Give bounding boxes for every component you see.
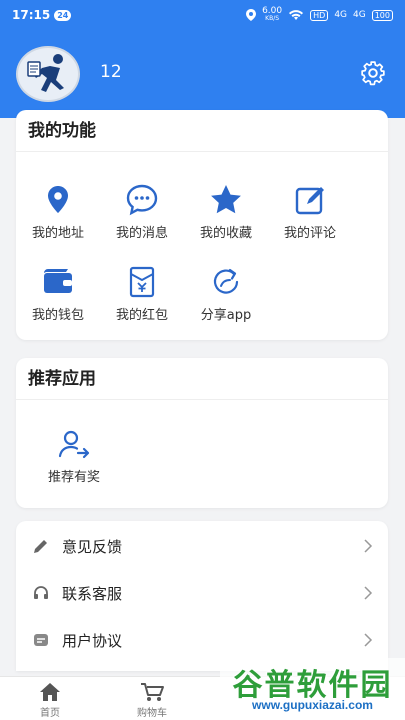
wifi-icon	[289, 10, 304, 20]
chevron-right-icon	[364, 539, 373, 553]
location-status-icon	[246, 9, 257, 21]
wallet-icon	[44, 269, 72, 293]
pencil-icon	[34, 540, 47, 553]
red-envelope-icon	[129, 266, 155, 298]
my-comments-label: 我的评论	[283, 226, 336, 241]
user-agreement-row[interactable]: 用户协议	[16, 617, 388, 663]
tab-cart[interactable]: 购物车	[122, 681, 182, 719]
my-address-label: 我的地址	[31, 226, 84, 241]
watermark: 谷普软件园 www.gupuxiazai.com	[220, 658, 405, 720]
add-user-icon	[58, 430, 90, 459]
refer-reward-button[interactable]: 推荐有奖	[34, 424, 114, 485]
feedback-row[interactable]: 意见反馈	[16, 523, 388, 569]
signal-4g-2: 4G	[353, 10, 366, 20]
home-icon	[40, 683, 60, 701]
my-favorites-label: 我的收藏	[199, 226, 252, 241]
headset-icon	[34, 586, 48, 599]
my-red-envelope-button[interactable]: 我的红包	[102, 262, 182, 323]
username: 12	[100, 62, 122, 82]
location-pin-icon	[48, 186, 68, 213]
watermark-url: www.gupuxiazai.com	[252, 698, 373, 712]
recommend-title: 推荐应用	[16, 358, 388, 400]
status-indicators: 6.00 KB/S HD 4G 4G 100	[246, 7, 393, 23]
hd-indicator: HD	[310, 9, 329, 21]
chat-bubble-icon	[126, 184, 158, 216]
cart-icon	[141, 683, 164, 701]
my-comments-button[interactable]: 我的评论	[270, 180, 350, 241]
chevron-right-icon	[364, 586, 373, 600]
my-favorites-button[interactable]: 我的收藏	[186, 180, 266, 241]
tab-home[interactable]: 首页	[20, 681, 80, 719]
notification-badge: 24	[54, 9, 72, 21]
document-icon	[34, 634, 48, 646]
share-app-label: 分享app	[200, 308, 252, 323]
battery-indicator: 100	[371, 9, 393, 21]
settings-gear-icon[interactable]	[360, 60, 386, 86]
tab-cart-label: 购物车	[137, 708, 167, 719]
feedback-label: 意见反馈	[62, 537, 123, 556]
recommend-card: 推荐应用 推荐有奖	[16, 358, 388, 508]
my-red-envelope-label: 我的红包	[115, 308, 168, 323]
share-icon	[213, 268, 239, 294]
edit-icon	[295, 187, 324, 215]
settings-list-card: 意见反馈 联系客服 用户协议	[16, 521, 388, 671]
share-app-button[interactable]: 分享app	[186, 262, 266, 323]
status-time: 17:15	[12, 8, 51, 22]
star-icon	[211, 185, 241, 214]
signal-4g-1: 4G	[334, 10, 348, 20]
my-address-button[interactable]: 我的地址	[18, 180, 98, 241]
status-bar: 17:15 24 6.00 KB/S HD 4G 4G 100	[0, 0, 405, 30]
user-agreement-label: 用户协议	[62, 631, 123, 650]
running-man-avatar-icon	[27, 54, 64, 92]
functions-title: 我的功能	[16, 110, 388, 152]
my-wallet-label: 我的钱包	[31, 308, 84, 323]
my-messages-button[interactable]: 我的消息	[102, 180, 182, 241]
chevron-right-icon	[364, 633, 373, 647]
avatar[interactable]	[16, 46, 80, 102]
network-speed: 6.00 KB/S	[262, 6, 283, 23]
functions-card: 我的功能 我的地址 我的消息 我的收藏 我的评论 我的钱包 我的红包 分享app	[16, 110, 388, 340]
tab-home-label: 首页	[40, 708, 60, 719]
refer-reward-label: 推荐有奖	[47, 470, 100, 485]
my-wallet-button[interactable]: 我的钱包	[18, 262, 98, 323]
contact-support-row[interactable]: 联系客服	[16, 570, 388, 616]
contact-support-label: 联系客服	[62, 584, 123, 603]
my-messages-label: 我的消息	[115, 226, 168, 241]
